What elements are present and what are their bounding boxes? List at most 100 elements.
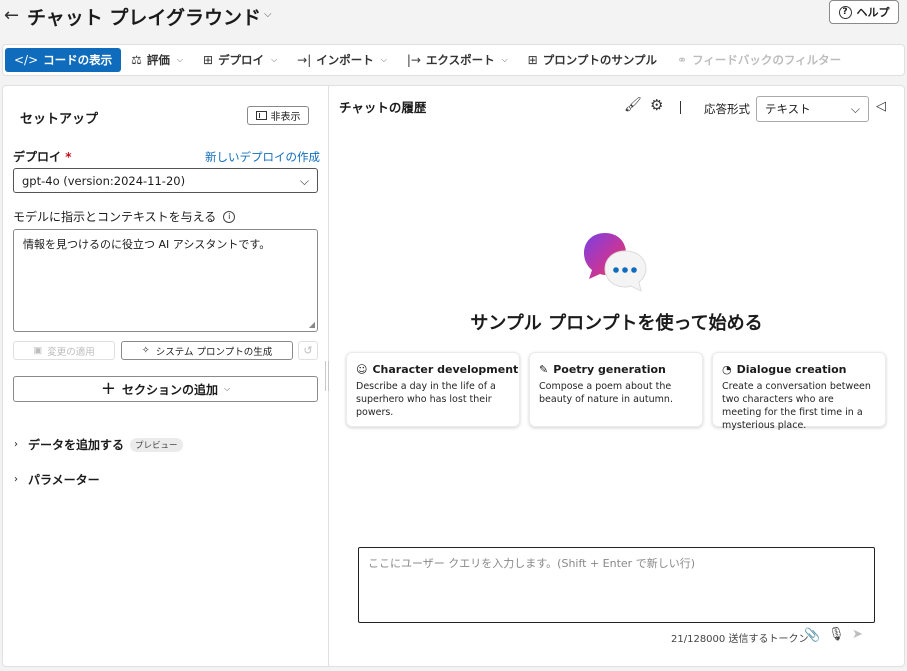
chevron-down-icon: ⌵: [380, 55, 387, 64]
apps-grid-icon: ⊞: [527, 53, 538, 67]
card-title-text: Poetry generation: [553, 363, 666, 376]
query-placeholder: ここにユーザー クエリを入力します。(Shift + Enter で新しい行): [368, 557, 695, 570]
question-circle-icon: ?: [838, 5, 852, 19]
add-section-button[interactable]: + セクションの追加 ⌵: [13, 376, 318, 402]
add-data-label: データを追加する: [28, 438, 125, 452]
resize-grip-icon[interactable]: ◢: [309, 320, 315, 329]
instructions-value: 情報を見つけるのに役立つ AI アシスタントです。: [23, 238, 271, 251]
chevron-down-icon: ⌵: [176, 55, 183, 64]
card-title-text: Dialogue creation: [736, 363, 847, 376]
paperclip-icon[interactable]: 📎: [804, 628, 820, 643]
help-label: ヘルプ: [856, 6, 890, 19]
import-label: インポート: [316, 53, 374, 67]
sample-prompt-card[interactable]: ◔ Dialogue creation Create a conversatio…: [712, 352, 886, 431]
chevron-right-icon: ›: [14, 474, 18, 485]
parameters-expander[interactable]: › パラメーター: [14, 471, 100, 488]
help-button[interactable]: ? ヘルプ: [829, 0, 899, 24]
user-query-input[interactable]: ここにユーザー クエリを入力します。(Shift + Enter で新しい行): [358, 547, 875, 623]
code-view-label: コードの表示: [43, 53, 113, 67]
generate-system-prompt-button[interactable]: ✧ システム プロンプトの生成: [121, 341, 293, 360]
chat-bubble-icon: ◔: [722, 363, 732, 376]
toolbar-separator: [680, 101, 681, 114]
instructions-label-text: モデルに指示とコンテキストを与える: [13, 210, 217, 224]
undo-button[interactable]: ↺: [298, 341, 318, 360]
microphone-icon[interactable]: 🎙: [828, 627, 845, 642]
chevron-right-icon: ›: [14, 439, 18, 450]
plus-icon: +: [100, 378, 116, 399]
generate-system-prompt-label: システム プロンプトの生成: [155, 346, 273, 358]
speaker-icon[interactable]: ◁: [876, 99, 886, 114]
chevron-down-icon: ⌵: [299, 174, 309, 188]
card-title: ☺ Character development: [356, 363, 518, 376]
preview-badge: プレビュー: [130, 437, 183, 452]
apply-changes-button[interactable]: ▣ 変更の適用: [13, 341, 115, 360]
info-icon[interactable]: i: [223, 210, 236, 223]
export-arrow-icon: |→: [406, 53, 421, 67]
feedback-filter-button[interactable]: ⚭ フィードバックのフィルター: [667, 48, 851, 72]
scale-icon: ⚖: [131, 53, 142, 67]
chevron-down-icon: ⌵: [224, 384, 231, 393]
token-count: 21/128000 送信するトークン: [671, 634, 809, 645]
grid-plus-icon: ⊞: [203, 53, 214, 67]
clear-chat-brush-icon[interactable]: 🖌: [624, 97, 642, 113]
pen-icon: ✎: [539, 363, 549, 376]
export-button[interactable]: |→ エクスポート ⌵: [397, 48, 518, 72]
required-mark: *: [65, 150, 72, 164]
add-section-label: セクションの追加: [122, 382, 219, 397]
chevron-down-icon: ⌵: [501, 55, 508, 64]
page-header: ← チャット プレイグラウンド ⌵ ? ヘルプ: [0, 0, 907, 44]
card-title: ◔ Dialogue creation: [722, 363, 876, 376]
deploy-select-value: gpt-4o (version:2024-11-20): [22, 173, 186, 188]
add-data-expander[interactable]: › データを追加する プレビュー: [14, 436, 183, 453]
deploy-label: デプロイ: [218, 53, 265, 67]
back-arrow-icon[interactable]: ←: [4, 5, 19, 26]
deploy-select[interactable]: gpt-4o (version:2024-11-20) ⌵: [13, 168, 318, 193]
chevron-down-icon: ⌵: [850, 102, 860, 116]
save-icon: ▣: [33, 345, 43, 356]
prompt-samples-label: プロンプトのサンプル: [542, 53, 658, 67]
hide-setup-button[interactable]: 非表示: [247, 106, 309, 125]
deploy-button[interactable]: ⊞ デプロイ ⌵: [193, 48, 287, 72]
sample-prompt-card[interactable]: ☺ Character development Describe a day i…: [346, 352, 520, 427]
toolbar: </> コードの表示 ⚖ 評価 ⌵ ⊞ デプロイ ⌵ →| インポート ⌵ |→…: [2, 44, 905, 76]
chat-bubbles-icon: [584, 233, 647, 292]
new-deploy-link[interactable]: 新しいデプロイの作成: [205, 149, 320, 165]
deploy-label-text: デプロイ: [13, 150, 62, 164]
instructions-label: モデルに指示とコンテキストを与える i: [13, 208, 236, 225]
evaluate-button[interactable]: ⚖ 評価 ⌵: [121, 48, 193, 72]
card-title-text: Character development: [372, 363, 519, 376]
code-view-button[interactable]: </> コードの表示: [5, 48, 122, 72]
export-label: エクスポート: [425, 53, 495, 67]
code-icon: </>: [14, 53, 39, 67]
apply-changes-label: 変更の適用: [47, 346, 95, 358]
prompt-samples-button[interactable]: ⊞ プロンプトのサンプル: [518, 48, 667, 72]
sample-prompt-card[interactable]: ✎ Poetry generation Compose a poem about…: [529, 352, 703, 427]
deploy-field-label: デプロイ *: [13, 148, 71, 165]
card-title: ✎ Poetry generation: [539, 363, 693, 376]
undo-icon: ↺: [303, 344, 313, 357]
response-format-value: テキスト: [765, 102, 811, 116]
people-icon: ☺: [356, 363, 368, 376]
panel-resize-handle[interactable]: [325, 361, 329, 391]
parameters-label: パラメーター: [28, 473, 100, 487]
import-button[interactable]: →| インポート ⌵: [287, 48, 397, 72]
card-description: Compose a poem about the beauty of natur…: [539, 381, 673, 405]
response-format-select[interactable]: テキスト ⌵: [756, 96, 869, 122]
card-description: Describe a day in the life of a superher…: [356, 381, 496, 418]
chat-history-title: チャットの履歴: [339, 100, 427, 115]
page-title: チャット プレイグラウンド: [27, 7, 262, 29]
sparkle-icon: ✧: [141, 345, 150, 356]
instructions-textarea[interactable]: 情報を見つけるのに役立つ AI アシスタントです。 ◢: [13, 229, 318, 332]
hero-title: サンプル プロンプトを使って始める: [470, 313, 763, 334]
chevron-down-icon: ⌵: [271, 55, 278, 64]
feedback-filter-label: フィードバックのフィルター: [692, 53, 842, 67]
import-arrow-icon: →|: [297, 53, 312, 67]
panel-collapse-icon: [255, 111, 267, 120]
send-icon[interactable]: ➤: [852, 627, 863, 642]
evaluate-label: 評価: [146, 53, 170, 67]
link-icon: ⚭: [677, 53, 688, 67]
chevron-down-icon[interactable]: ⌵: [264, 9, 272, 20]
response-format-label: 応答形式: [704, 102, 750, 116]
card-description: Create a conversation between two charac…: [722, 381, 871, 431]
gear-icon[interactable]: ⚙: [650, 96, 663, 114]
